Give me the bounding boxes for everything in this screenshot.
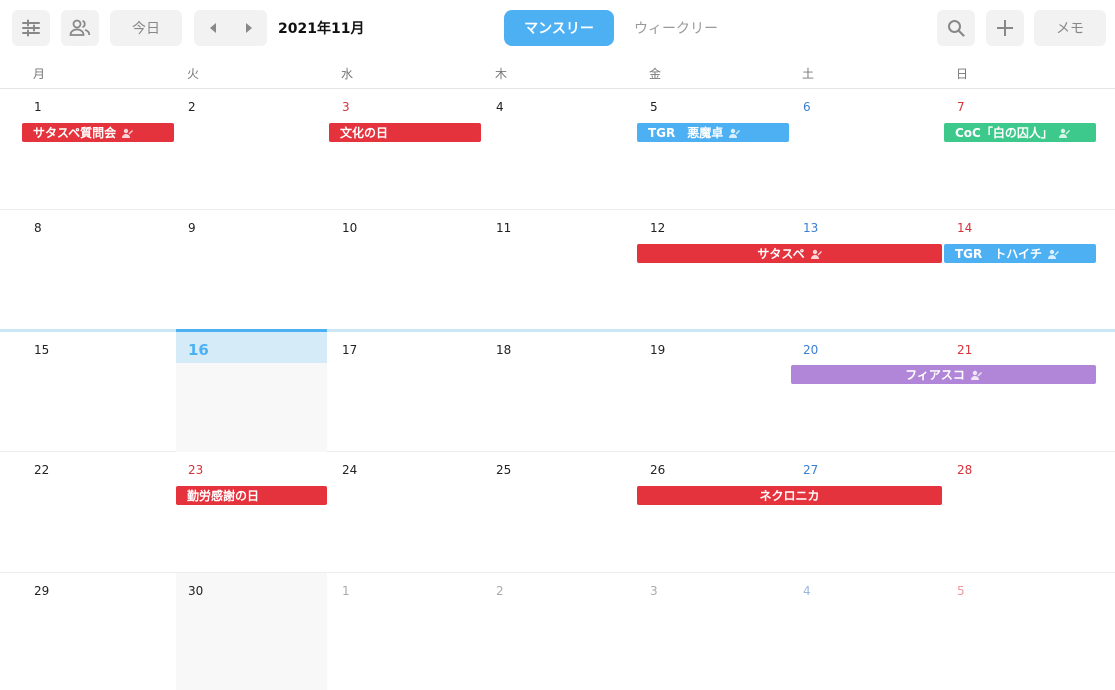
event-bar[interactable]: サタスペ質問会: [22, 123, 174, 142]
memo-button[interactable]: メモ: [1034, 10, 1106, 46]
day-number[interactable]: 4: [803, 584, 811, 598]
day-number[interactable]: 6: [803, 100, 811, 114]
day-number[interactable]: 21: [957, 343, 972, 357]
tab-monthly[interactable]: マンスリー: [504, 10, 614, 46]
search-icon: [948, 20, 965, 37]
event-title: TGR 悪魔卓: [648, 126, 724, 140]
day-number[interactable]: 18: [496, 343, 511, 357]
event-title: TGR トハイチ: [955, 247, 1043, 261]
weekday-wed: 水: [341, 67, 354, 81]
weekday-fri: 金: [649, 67, 662, 81]
day-number[interactable]: 30: [188, 584, 203, 598]
next-month-button[interactable]: [231, 10, 267, 46]
day-number[interactable]: 17: [342, 343, 357, 357]
day-number[interactable]: 1: [342, 584, 350, 598]
day-number[interactable]: 10: [342, 221, 357, 235]
week-row: 1 2 3 4 5 6 7 サタスペ質問会 文化の日 TGR 悪魔卓 CoC「白…: [0, 89, 1115, 210]
person-icon: [729, 128, 741, 138]
weekday-mon: 月: [33, 67, 46, 81]
week-row: 22 23 24 25 26 27 28 勤労感謝の日 ネクロニカ: [0, 452, 1115, 573]
event-bar[interactable]: サタスペ: [637, 244, 942, 263]
day-number[interactable]: 13: [803, 221, 818, 235]
event-bar[interactable]: CoC「白の囚人」: [944, 123, 1096, 142]
event-bar[interactable]: 勤労感謝の日: [176, 486, 327, 505]
event-title: サタスペ質問会: [33, 126, 117, 140]
day-number[interactable]: 29: [34, 584, 49, 598]
today-button[interactable]: 今日: [110, 10, 182, 46]
weekday-header: 月 火 水 木 金 土 日: [0, 56, 1115, 89]
toolbar: 今日 2021年11月 マンスリー ウィークリー メモ: [0, 0, 1115, 56]
day-number[interactable]: 25: [496, 463, 511, 477]
person-icon: [1048, 249, 1060, 259]
day-number[interactable]: 5: [957, 584, 965, 598]
filter-icon: [22, 19, 40, 37]
members-button[interactable]: [61, 10, 99, 46]
month-nav: [194, 10, 267, 46]
month-title: 2021年11月: [278, 21, 365, 37]
today-day-number[interactable]: 16: [188, 341, 209, 359]
day-number[interactable]: 11: [496, 221, 511, 235]
person-icon: [970, 370, 982, 380]
day-number[interactable]: 4: [496, 100, 504, 114]
event-title: 勤労感謝の日: [187, 489, 260, 503]
day-number[interactable]: 14: [957, 221, 972, 235]
event-title: ネクロニカ: [759, 489, 820, 503]
day-number[interactable]: 19: [650, 343, 665, 357]
day-number[interactable]: 15: [34, 343, 49, 357]
weekday-tue: 火: [187, 67, 200, 81]
day-number[interactable]: 3: [650, 584, 658, 598]
week-row: 8 9 10 11 12 13 14 サタスペ TGR トハイチ: [0, 210, 1115, 331]
day-number[interactable]: 27: [803, 463, 818, 477]
day-number[interactable]: 26: [650, 463, 665, 477]
day-number[interactable]: 2: [496, 584, 504, 598]
search-button[interactable]: [937, 10, 975, 46]
day-number[interactable]: 7: [957, 100, 965, 114]
person-icon: [1058, 128, 1070, 138]
day-number[interactable]: 3: [342, 100, 350, 114]
day-number[interactable]: 22: [34, 463, 49, 477]
person-icon: [122, 128, 134, 138]
week-row: 29 30 1 2 3 4 5: [0, 573, 1115, 690]
day-number[interactable]: 2: [188, 100, 196, 114]
day-number[interactable]: 9: [188, 221, 196, 235]
person-icon: [810, 249, 822, 259]
week-row-current: 15 16 17 18 19 20 21 フィアスコ: [0, 329, 1115, 452]
plus-icon: [997, 20, 1013, 36]
event-bar[interactable]: TGR 悪魔卓: [637, 123, 789, 142]
event-bar[interactable]: TGR トハイチ: [944, 244, 1096, 263]
weekday-sat: 土: [802, 67, 815, 81]
tab-weekly[interactable]: ウィークリー: [620, 10, 732, 46]
calendar-grid: 1 2 3 4 5 6 7 サタスペ質問会 文化の日 TGR 悪魔卓 CoC「白…: [0, 89, 1115, 690]
event-title: フィアスコ: [905, 368, 965, 382]
event-bar[interactable]: フィアスコ: [791, 365, 1096, 384]
add-event-button[interactable]: [986, 10, 1024, 46]
event-bar[interactable]: 文化の日: [329, 123, 481, 142]
day-number[interactable]: 12: [650, 221, 665, 235]
day-number[interactable]: 1: [34, 100, 42, 114]
weekday-sun: 日: [956, 67, 969, 81]
prev-month-button[interactable]: [195, 10, 231, 46]
event-title: サタスペ: [757, 247, 805, 261]
weekday-thu: 木: [495, 67, 508, 81]
day-number[interactable]: 28: [957, 463, 972, 477]
day-number[interactable]: 8: [34, 221, 42, 235]
members-icon: [69, 19, 91, 36]
event-title: CoC「白の囚人」: [955, 126, 1053, 140]
chevron-left-icon: [209, 23, 216, 33]
event-title: 文化の日: [340, 126, 389, 140]
event-bar[interactable]: ネクロニカ: [637, 486, 942, 505]
day-number[interactable]: 5: [650, 100, 658, 114]
day-number[interactable]: 24: [342, 463, 357, 477]
chevron-right-icon: [245, 23, 252, 33]
day-number[interactable]: 20: [803, 343, 818, 357]
day-number[interactable]: 23: [188, 463, 203, 477]
filter-button[interactable]: [12, 10, 50, 46]
